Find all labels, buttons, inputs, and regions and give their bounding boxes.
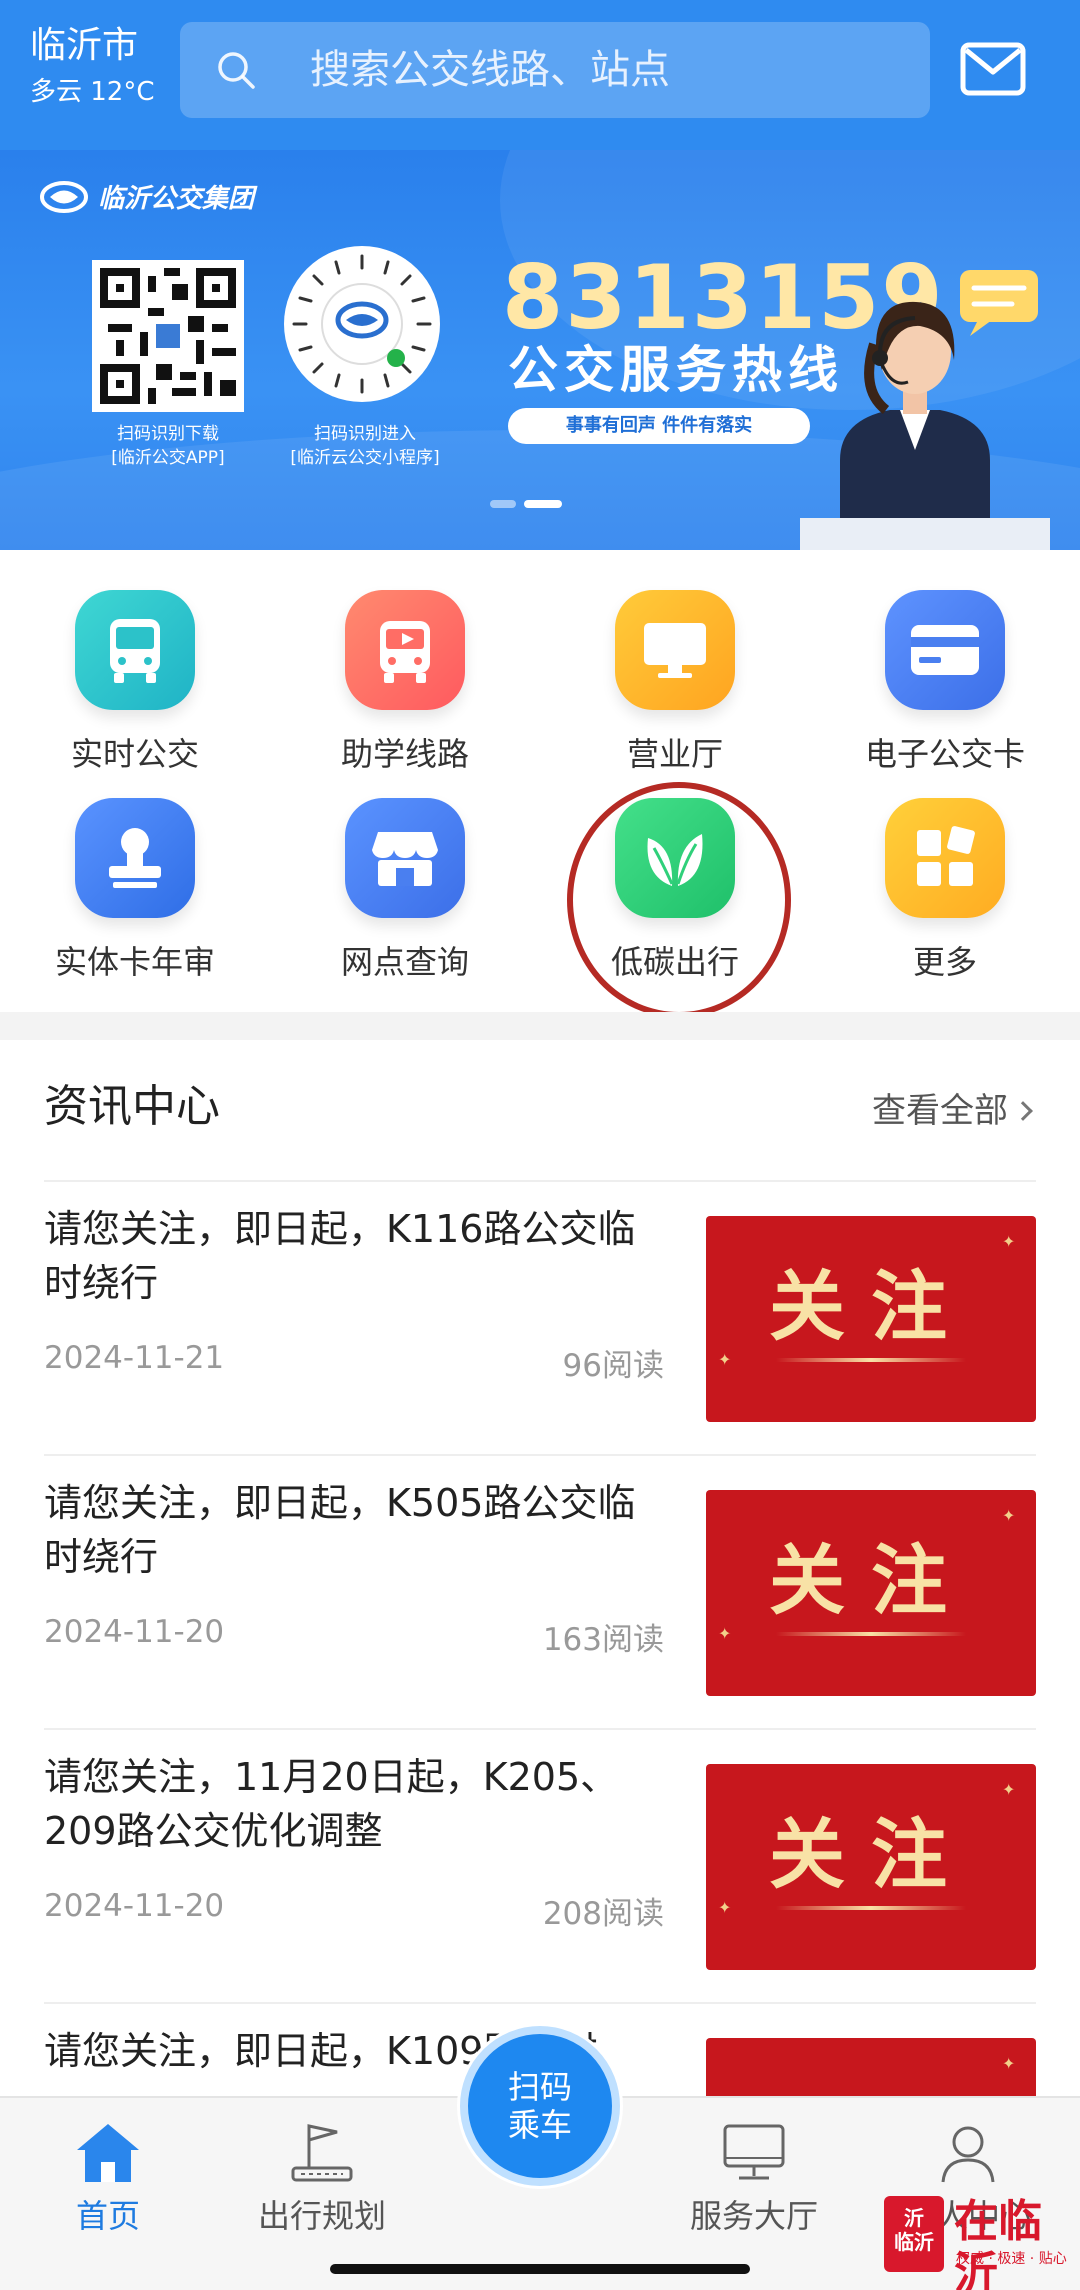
service-label: 营业厅 [626, 735, 723, 773]
trip-plan-icon [291, 2124, 353, 2182]
logo-icon [40, 180, 88, 213]
view-all-link[interactable]: 查看全部 [872, 1090, 1033, 1132]
thumbnail-decoration [776, 1358, 966, 1362]
school-bus-icon [345, 590, 465, 710]
monitor-icon [615, 590, 735, 710]
scan-to-ride-button[interactable]: 扫码 乘车 [460, 2026, 620, 2186]
news-section-title: 资讯中心 [44, 1081, 220, 1132]
monitor-icon [723, 2124, 785, 2180]
news-thumbnail: ✦ [706, 2038, 1036, 2096]
news-headline: 请您关注，即日起，K116路公交临时绕行 [44, 1207, 636, 1305]
app-header: 临沂市 多云 12°C 搜索公交线路、站点 [0, 0, 1080, 150]
tab-home[interactable]: 首页 [8, 2118, 208, 2236]
search-bar[interactable]: 搜索公交线路、站点 [180, 22, 930, 118]
news-item[interactable]: 请您关注，11月20日起，K205、209路公交优化调整 2024-11-20 … [44, 1730, 1036, 2002]
service-label: 更多 [912, 943, 977, 981]
star-icon: ✦ [1002, 2054, 1016, 2073]
thumbnail-text: 关注 [769, 1536, 973, 1625]
promo-banner[interactable]: 临沂公交集团 扫码识别下载 [临沂公交APP] 扫码识别进入 [临沂云公交小程序… [0, 150, 1080, 550]
hotline-slogan: 事事有回声 件件有落实 [508, 408, 810, 444]
service-more[interactable]: 更多 [835, 798, 1055, 982]
view-all-label: 查看全部 [872, 1091, 1008, 1131]
thumbnail-text: 关注 [769, 1810, 973, 1899]
brand-logo: 临沂公交集团 [40, 178, 254, 215]
news-read-count: 208阅读 [542, 1896, 664, 1932]
scan-label-line1: 扫码 [507, 2068, 572, 2106]
tab-trip-planning[interactable]: 出行规划 [222, 2118, 422, 2236]
service-label: 网点查询 [340, 943, 469, 981]
media-watermark: 沂 临沂 在临沂 权威 · 极速 · 贴心 [884, 2196, 1074, 2290]
service-e-card[interactable]: 电子公交卡 [835, 590, 1055, 774]
service-outlet-query[interactable]: 网点查询 [295, 798, 515, 982]
mini-program-code-icon [292, 254, 432, 394]
star-icon: ✦ [1002, 1232, 1016, 1251]
service-label: 实体卡年审 [54, 943, 215, 981]
star-icon: ✦ [718, 1350, 732, 1369]
qr-code-icon [100, 268, 236, 404]
brand-name: 临沂公交集团 [98, 184, 255, 214]
mail-icon[interactable] [960, 42, 1026, 96]
service-business-hall[interactable]: 营业厅 [565, 590, 785, 774]
user-icon [941, 2126, 995, 2183]
section-divider [0, 1012, 1080, 1040]
news-read-count: 163阅读 [542, 1622, 664, 1658]
stamp-icon [75, 798, 195, 918]
watermark-badge: 沂 临沂 [884, 2196, 944, 2272]
star-icon: ✦ [718, 1624, 732, 1643]
qr2-caption: 扫码识别进入 [临沂云公交小程序] [290, 424, 440, 468]
star-icon: ✦ [1002, 1780, 1016, 1799]
hotline-title: 公交服务热线 [508, 341, 844, 399]
watermark-subtitle: 权威 · 极速 · 贴心 [956, 2251, 1067, 2267]
service-school-route[interactable]: 助学线路 [295, 590, 515, 774]
service-card-review[interactable]: 实体卡年审 [25, 798, 245, 982]
news-headline: 请您关注，即日起，K505路公交临时绕行 [44, 1481, 636, 1579]
news-read-count: 96阅读 [562, 1348, 664, 1384]
home-indicator[interactable] [330, 2264, 750, 2274]
thumbnail-text: 关注 [769, 1262, 973, 1351]
service-label: 电子公交卡 [864, 735, 1025, 773]
tab-service-hall[interactable]: 服务大厅 [654, 2118, 854, 2236]
home-icon [77, 2124, 139, 2182]
search-placeholder: 搜索公交线路、站点 [310, 47, 670, 93]
banner-pagination [490, 500, 562, 508]
news-headline: 请您关注，11月20日起，K205、209路公交优化调整 [44, 1755, 619, 1853]
weather-text: 多云 12°C [30, 77, 155, 107]
store-icon [345, 798, 465, 918]
news-date: 2024-11-21 [44, 1340, 225, 1376]
grid-icon [885, 798, 1005, 918]
tab-label: 首页 [75, 2197, 140, 2235]
service-agent-illustration [800, 270, 1050, 550]
news-thumbnail: 关注 ✦ ✦ [706, 1764, 1036, 1970]
app-qr-code [92, 260, 244, 412]
tab-label: 服务大厅 [689, 2197, 818, 2235]
tab-label: 出行规划 [257, 2197, 386, 2235]
news-date: 2024-11-20 [44, 1614, 225, 1650]
news-item[interactable]: 请您关注，即日起，K116路公交临时绕行 2024-11-21 96阅读 关注 … [44, 1182, 1036, 1454]
service-realtime-bus[interactable]: 实时公交 [25, 590, 245, 774]
city-selector[interactable]: 临沂市 [30, 24, 138, 68]
service-label: 助学线路 [340, 735, 469, 773]
card-icon [885, 590, 1005, 710]
scan-label-line2: 乘车 [507, 2106, 572, 2144]
highlight-annotation-circle [567, 782, 791, 1018]
chevron-right-icon [1013, 1101, 1033, 1121]
news-thumbnail: 关注 ✦ ✦ [706, 1216, 1036, 1422]
star-icon: ✦ [718, 1898, 732, 1917]
thumbnail-decoration [776, 1632, 966, 1636]
news-thumbnail: 关注 ✦ ✦ [706, 1490, 1036, 1696]
pagination-dot-active[interactable] [524, 500, 562, 508]
star-icon: ✦ [1002, 1506, 1016, 1525]
watermark-title: 在临沂 [954, 2196, 1042, 2290]
search-icon [218, 52, 255, 89]
news-date: 2024-11-20 [44, 1888, 225, 1924]
service-label: 实时公交 [70, 735, 199, 773]
pagination-dot[interactable] [490, 500, 516, 508]
miniprogram-qr-code [284, 246, 440, 402]
news-item[interactable]: 请您关注，即日起，K505路公交临时绕行 2024-11-20 163阅读 关注… [44, 1456, 1036, 1728]
thumbnail-decoration [776, 1906, 966, 1910]
bus-icon [75, 590, 195, 710]
qr1-caption: 扫码识别下载 [临沂公交APP] [111, 424, 225, 468]
